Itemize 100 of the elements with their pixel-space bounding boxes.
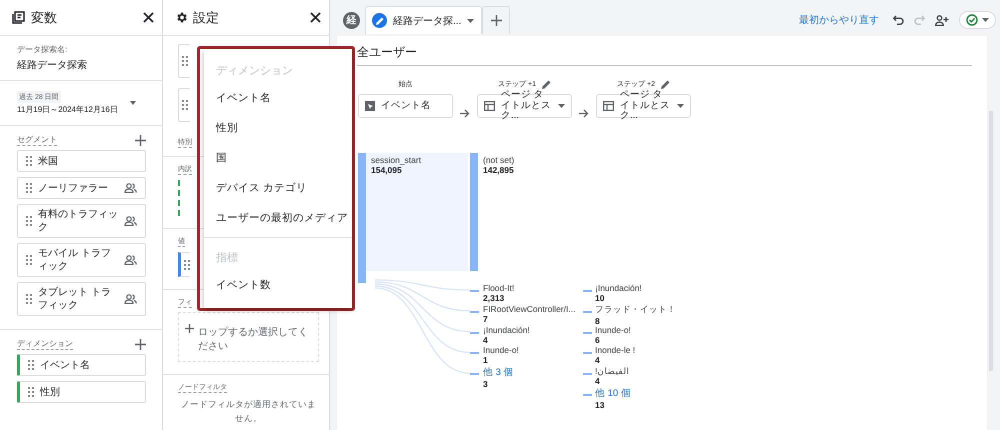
technique-card[interactable] (178, 44, 190, 78)
caret-icon (558, 104, 565, 108)
dimension-chip[interactable]: イベント名 (17, 354, 146, 376)
node-label: ¡Inundación! (483, 324, 530, 335)
node-label: Inunde-o! (483, 345, 519, 356)
arrow-icon (579, 109, 589, 118)
node-label: Inunde-o! (595, 324, 631, 335)
filter-drop-zone[interactable]: ロップするか選択してください (178, 312, 319, 362)
caret-icon (982, 18, 989, 22)
exploration-tab[interactable]: 経路データ探... (365, 6, 482, 34)
value-chip[interactable] (178, 252, 190, 277)
pencil-icon[interactable] (660, 80, 670, 88)
flow-node-bar[interactable] (583, 332, 592, 334)
node-value: 6 (595, 334, 601, 345)
flow-node-bar[interactable] (470, 332, 479, 334)
flow-node-bar[interactable] (583, 352, 592, 354)
segment-chip[interactable]: 米国 (17, 150, 146, 172)
exploration-name-field[interactable]: 経路データ探索 (17, 58, 146, 72)
drag-handle-icon[interactable] (26, 183, 32, 193)
menu-group-header: 指標 (215, 251, 239, 266)
menu-item[interactable]: 性別 (204, 113, 352, 143)
undo-icon[interactable] (893, 15, 904, 25)
node-value: 10 (595, 293, 606, 303)
drag-handle-icon[interactable] (26, 216, 32, 226)
web-page-icon (484, 101, 495, 111)
web-page-icon (603, 101, 614, 111)
date-range-text: 11月19日～2024年12月16日 (17, 104, 118, 115)
flow-node-bar[interactable] (470, 373, 479, 376)
node-value: 154,095 (371, 165, 403, 175)
segment-title: 全ユーザー (357, 44, 972, 66)
drag-handle-icon[interactable] (182, 100, 188, 110)
status-menu-button[interactable] (959, 11, 996, 29)
menu-item[interactable]: デバイス カテゴリ (204, 173, 352, 203)
caret-icon (467, 18, 474, 22)
menu-item[interactable]: 国 (204, 143, 352, 173)
node-label: session_start (371, 155, 422, 165)
empty-state-text: ノードフィルタが適用されていません。 (180, 398, 317, 425)
add-icon[interactable] (135, 134, 146, 146)
drag-handle-icon[interactable] (184, 260, 190, 270)
add-icon[interactable] (135, 338, 146, 350)
segment-chip[interactable]: 有料のトラフィック (17, 204, 146, 238)
panel-title: 設定 (193, 8, 220, 26)
node-value: 4 (595, 376, 601, 386)
node-value: 3 (483, 379, 489, 390)
add-user-icon[interactable] (935, 14, 949, 26)
field-label: データ探索名: (17, 44, 68, 55)
drag-handle-icon[interactable] (26, 294, 32, 304)
pencil-icon[interactable] (542, 80, 551, 88)
cursor-icon (365, 101, 375, 111)
node-label: ¡Inundación! (595, 283, 642, 293)
segment-chip[interactable]: モバイル トラフィック (17, 243, 146, 277)
segment-chip[interactable]: ノーリファラー (17, 177, 146, 199)
node-value: 7 (483, 314, 489, 324)
arrow-icon (460, 109, 470, 118)
check-circle-icon (966, 14, 978, 26)
node-label: Flood-It! (483, 283, 514, 293)
menu-group-header: ディメンション (215, 64, 294, 79)
node-value: 2,313 (483, 293, 506, 303)
flow-node-bar[interactable] (583, 373, 592, 376)
drag-handle-icon[interactable] (182, 56, 188, 66)
section-label: ディメンション (17, 338, 73, 350)
node-label: !الفيضان (595, 366, 630, 376)
node-value: 4 (483, 334, 489, 345)
drag-handle-icon[interactable] (28, 387, 34, 397)
caret-icon (677, 104, 684, 108)
menu-item[interactable]: ユーザーの最初のメディア (204, 203, 352, 233)
more-nodes-link[interactable]: 他 3 個 (483, 366, 514, 380)
node-value: 142,895 (483, 165, 514, 175)
exploration-badge[interactable]: 経 (343, 12, 360, 28)
node-value: 4 (595, 355, 601, 366)
pencil-icon (376, 16, 384, 24)
node-label: FIRootViewController/I... (483, 304, 576, 314)
close-icon[interactable] (143, 12, 154, 23)
dimension-chip[interactable]: 性別 (17, 381, 146, 403)
node-label: (not set) (483, 155, 514, 165)
menu-item[interactable]: イベント名 (204, 83, 352, 113)
more-nodes-link[interactable]: 他 10 個 (595, 387, 631, 400)
technique-card[interactable] (178, 88, 190, 122)
add-tab-button[interactable] (482, 6, 510, 34)
node-value: 13 (595, 400, 606, 410)
caret-icon (130, 101, 136, 105)
segment-chip[interactable]: タブレット トラフィック (17, 282, 146, 316)
add-icon (490, 15, 502, 26)
add-icon (185, 324, 194, 333)
drag-handle-icon[interactable] (26, 156, 32, 166)
restart-link[interactable]: 最初からやり直す (799, 13, 879, 27)
panel-title: 変数 (31, 8, 58, 26)
drag-handle-icon[interactable] (28, 360, 34, 370)
flow-node-bar[interactable] (358, 153, 366, 283)
step-dropdown[interactable]: イベント名 (358, 94, 453, 118)
drag-handle-icon[interactable] (26, 255, 32, 265)
node-value: 1 (483, 355, 489, 366)
node-value: 8 (595, 316, 601, 326)
flow-node-bar[interactable] (470, 310, 479, 313)
close-icon[interactable] (310, 12, 321, 23)
flow-node-bar[interactable] (470, 153, 478, 271)
flow-node-bar[interactable] (470, 352, 479, 354)
flow-node-bar[interactable] (583, 310, 592, 313)
node-label: フラッド・イット！ (595, 304, 676, 316)
menu-item[interactable]: イベント数 (204, 270, 352, 300)
